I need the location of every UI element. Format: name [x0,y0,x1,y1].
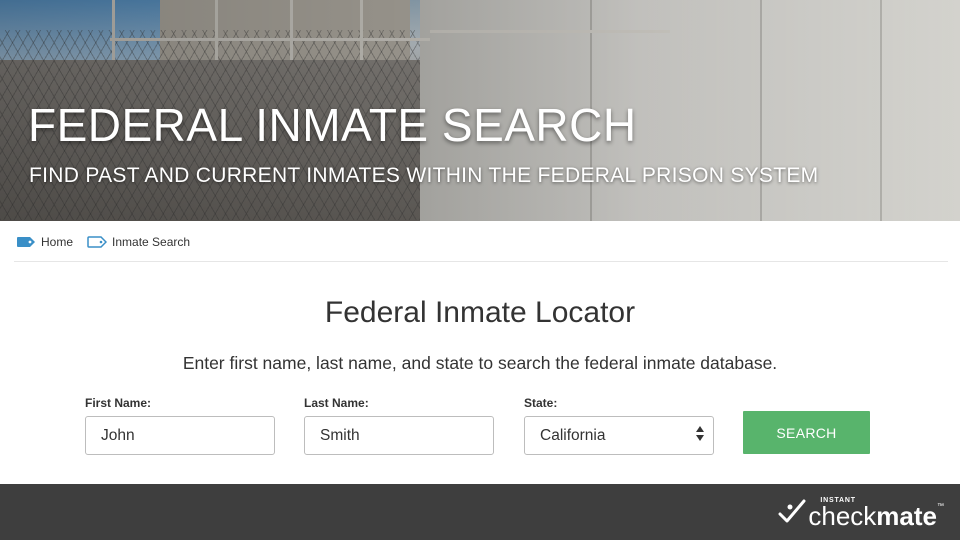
page: FEDERAL INMATE SEARCH FIND PAST AND CURR… [0,0,960,540]
first-name-label: First Name: [85,396,152,410]
state-select[interactable]: California [524,416,714,455]
logo-mate: mate [876,501,937,531]
breadcrumb-inmate-search-label: Inmate Search [112,235,191,249]
breadcrumb: Home Inmate Search [16,231,190,253]
last-name-input[interactable]: Smith [304,416,494,455]
locator-description: Enter first name, last name, and state t… [182,353,778,373]
checkmark-figure-icon [778,498,806,531]
logo-check: check [808,501,877,531]
select-arrows-icon [696,426,704,441]
footer: INSTANT check mate ™ [0,484,960,540]
state-label: State: [524,396,558,410]
hero-banner: FEDERAL INMATE SEARCH FIND PAST AND CURR… [0,0,960,221]
hero-title: FEDERAL INMATE SEARCH [28,99,637,151]
last-name-field: Last Name: Smith [304,396,494,455]
first-name-input[interactable]: John [85,416,275,455]
tag-filled-icon [16,236,36,248]
instant-checkmate-logo: INSTANT check mate ™ [778,493,944,531]
first-name-field: First Name: John [85,396,275,455]
hero-subtitle: FIND PAST AND CURRENT INMATES WITHIN THE… [29,164,819,187]
state-field: State: California [524,396,714,455]
logo-trademark: ™ [937,503,944,510]
breadcrumb-home-label: Home [41,235,74,249]
last-name-label: Last Name: [304,396,369,410]
state-select-value: California [540,426,606,444]
breadcrumb-home[interactable]: Home [16,235,73,249]
tag-outline-icon [87,236,108,248]
breadcrumb-inmate-search[interactable]: Inmate Search [87,235,190,249]
breadcrumb-divider [14,261,948,262]
locator-title: Federal Inmate Locator [324,296,636,329]
logo-prefix: INSTANT [820,497,856,504]
search-button[interactable]: SEARCH [743,411,870,454]
